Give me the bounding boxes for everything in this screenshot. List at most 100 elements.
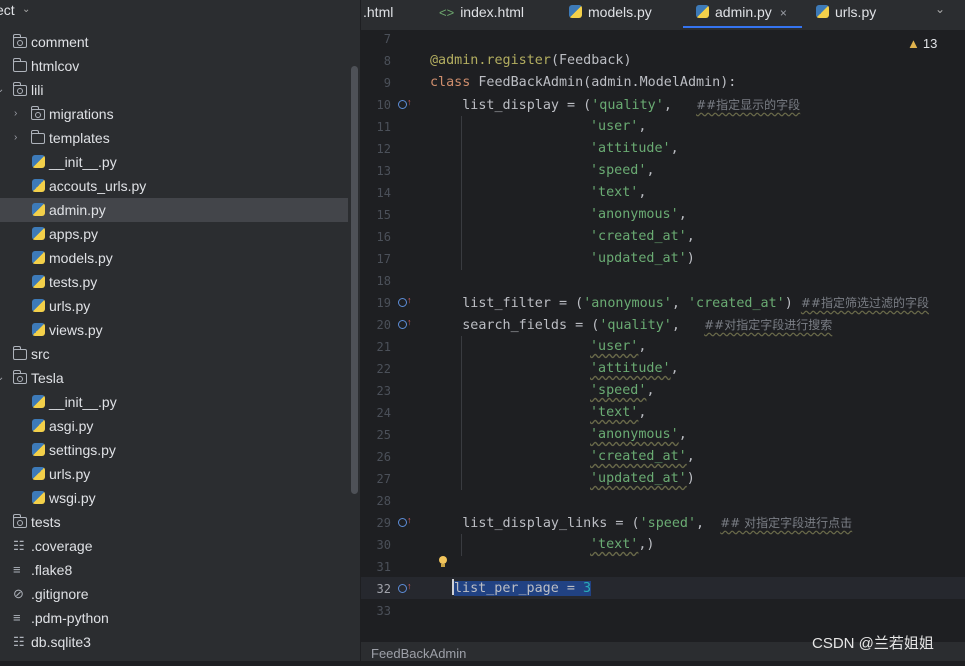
tree-item[interactable]: ⌄ Tesla <box>0 366 348 390</box>
tree-item-label: asgi.py <box>49 418 94 434</box>
tree-item[interactable]: apps.py <box>0 222 348 246</box>
tree-item[interactable]: ☷ db.sqlite3 <box>0 630 348 654</box>
tab-label: .html <box>363 4 394 20</box>
chevron-right-icon[interactable]: › <box>0 510 6 534</box>
line-number: 27 <box>376 472 391 486</box>
chevron-right-icon[interactable]: › <box>0 54 6 78</box>
folder-icon <box>30 130 45 144</box>
tab-label: admin.py <box>715 4 772 20</box>
tab-label: models.py <box>588 4 652 20</box>
tree-item[interactable]: › tests <box>0 510 348 534</box>
tree-item[interactable]: models.py <box>0 246 348 270</box>
tree-item[interactable]: urls.py <box>0 462 348 486</box>
chevron-down-icon[interactable]: ⌄ <box>0 78 6 102</box>
text-file-icon: ≡ <box>13 610 21 625</box>
sidebar-scrollbar[interactable] <box>351 66 358 494</box>
tree-item-label: htmlcov <box>31 58 80 74</box>
line-number: 26 <box>376 450 391 464</box>
close-tab-icon[interactable]: × <box>780 6 787 20</box>
tree-item-label: .flake8 <box>31 562 73 578</box>
tree-item[interactable]: ⊘ .gitignore <box>0 582 348 606</box>
override-marker-icon[interactable]: ↑ <box>398 296 412 308</box>
tree-item-label: views.py <box>49 322 103 338</box>
line-number: 11 <box>376 120 391 134</box>
tree-item-label: __init__.py <box>49 394 117 410</box>
tree-item-label: urls.py <box>49 466 91 482</box>
chevron-down-icon[interactable]: ⌄ <box>935 2 945 16</box>
tree-item[interactable]: ☷ .coverage <box>0 534 348 558</box>
line-number: 31 <box>376 560 391 574</box>
line-number: 28 <box>376 494 391 508</box>
folder-icon <box>12 370 27 384</box>
tree-item-label: db.sqlite3 <box>31 634 91 650</box>
tree-item[interactable]: › htmlcov <box>0 54 348 78</box>
tab-label: index.html <box>460 4 524 20</box>
code-line-21: 'user', <box>590 339 647 354</box>
tree-item[interactable]: ≡ .flake8 <box>0 558 348 582</box>
tree-item[interactable]: accouts_urls.py <box>0 174 348 198</box>
tab-models-py[interactable]: models.py <box>569 2 652 32</box>
chevron-down-icon[interactable]: ⌄ <box>22 0 30 20</box>
tree-item[interactable]: ⌄ lili <box>0 78 348 102</box>
inspections-widget[interactable]: ▲ 13 <box>907 36 937 51</box>
python-icon <box>32 467 45 480</box>
python-icon <box>696 5 709 18</box>
code-line-27: 'updated_at') <box>590 471 695 486</box>
line-number: 13 <box>376 164 391 178</box>
tree-item[interactable]: settings.py <box>0 438 348 462</box>
code-line-9: class FeedBackAdmin(admin.ModelAdmin): <box>430 75 737 90</box>
override-marker-icon[interactable]: ↑ <box>398 516 412 528</box>
chevron-right-icon[interactable]: › <box>0 342 6 366</box>
tree-item-label: src <box>31 346 50 362</box>
code-line-16: 'created_at', <box>590 229 695 244</box>
folder-icon <box>12 82 27 96</box>
lightbulb-icon[interactable] <box>438 556 448 568</box>
tree-item[interactable]: › src <box>0 342 348 366</box>
tree-item-label: .pdm-python <box>31 610 109 626</box>
code-line-13: 'speed', <box>590 163 655 178</box>
tab-label: urls.py <box>835 4 877 20</box>
code-line-32[interactable]: list_per_page = 3 <box>452 578 592 600</box>
project-header[interactable]: ect ⌄ <box>0 0 360 22</box>
override-marker-icon[interactable]: ↑ <box>398 582 412 594</box>
tree-item[interactable]: views.py <box>0 318 348 342</box>
tree-item-label: models.py <box>49 250 113 266</box>
code-line-10: list_display = ('quality', ##指定显示的字段 <box>430 98 801 113</box>
tree-item[interactable]: wsgi.py <box>0 486 348 510</box>
folder-icon <box>30 106 45 120</box>
code-line-15: 'anonymous', <box>590 207 687 222</box>
warning-icon: ▲ <box>907 36 920 51</box>
tree-item[interactable]: › templates <box>0 126 348 150</box>
tree-item[interactable]: asgi.py <box>0 414 348 438</box>
tree-item[interactable]: tests.py <box>0 270 348 294</box>
project-title: ect <box>0 2 15 18</box>
code-line-22: 'attitude', <box>590 361 679 376</box>
line-number: 15 <box>376 208 391 222</box>
line-number: 30 <box>376 538 391 552</box>
line-number: 25 <box>376 428 391 442</box>
tab-admin-py[interactable]: admin.py × <box>683 0 802 28</box>
override-marker-icon[interactable]: ↑ <box>398 318 412 330</box>
indent-guide <box>461 116 462 270</box>
tree-item[interactable]: urls.py <box>0 294 348 318</box>
line-number: 17 <box>376 252 391 266</box>
chevron-right-icon[interactable]: › <box>14 102 24 126</box>
code-editor[interactable] <box>427 31 965 642</box>
python-icon <box>32 179 45 192</box>
tab-index-html[interactable]: <> index.html <box>439 2 524 32</box>
python-icon <box>32 491 45 504</box>
python-icon <box>32 443 45 456</box>
tab-urls-py[interactable]: urls.py <box>816 2 876 32</box>
tree-item[interactable]: ≡ .pdm-python <box>0 606 348 630</box>
override-marker-icon[interactable]: ↑ <box>398 98 412 110</box>
tree-item[interactable]: __init__.py <box>0 390 348 414</box>
chevron-down-icon[interactable]: ⌄ <box>0 366 6 390</box>
tree-item[interactable]: › comment <box>0 30 348 54</box>
breadcrumb-class[interactable]: FeedBackAdmin <box>371 642 466 666</box>
tree-item[interactable]: __init__.py <box>0 150 348 174</box>
tree-item[interactable]: › migrations <box>0 102 348 126</box>
tree-item[interactable]: admin.py <box>0 198 348 222</box>
chevron-right-icon[interactable]: › <box>0 30 6 54</box>
python-icon <box>32 275 45 288</box>
chevron-right-icon[interactable]: › <box>14 126 24 150</box>
